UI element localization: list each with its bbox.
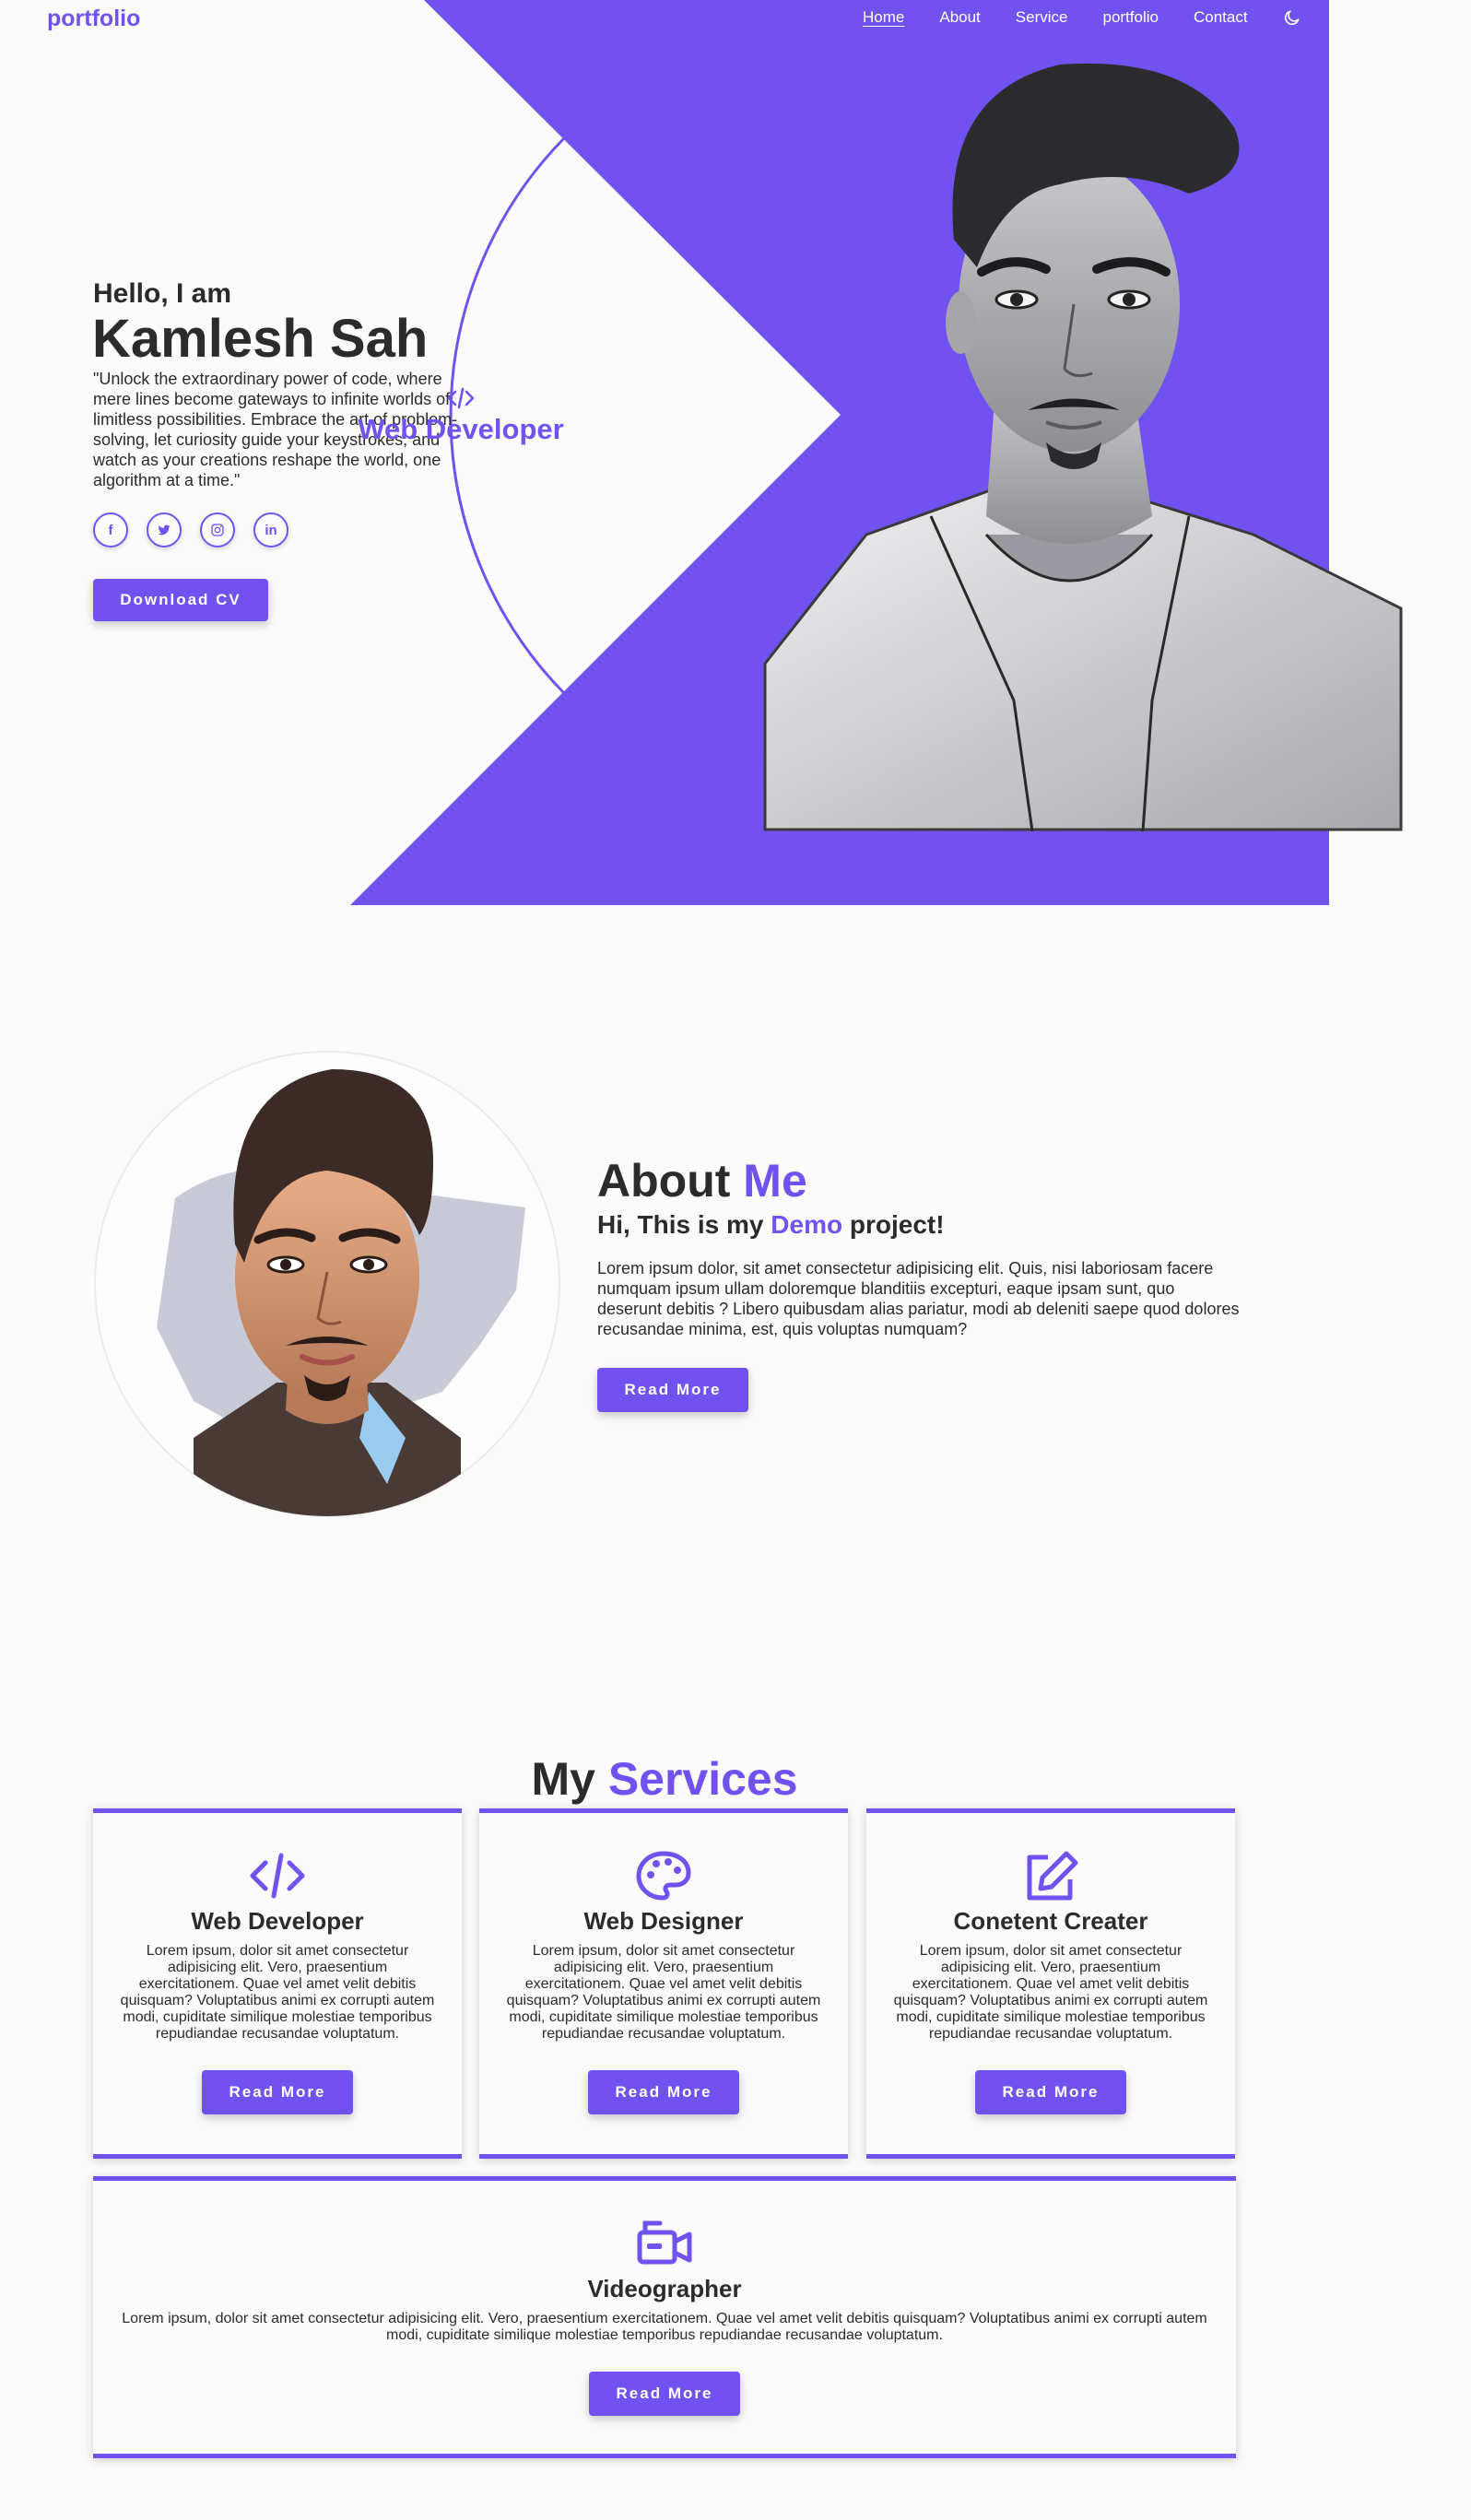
palette-icon [636,1851,691,1901]
role-title: Web Developer [358,413,564,445]
hero-name: Kamlesh Sah [92,309,429,369]
nav-about[interactable]: About [939,8,980,27]
social-links: f in [93,512,307,548]
edit-icon [1027,1851,1078,1901]
instagram-icon[interactable] [200,512,235,548]
card-text: Lorem ipsum, dolor sit amet consectetur … [120,1943,435,2042]
service-card-web-designer: Web Designer Lorem ipsum, dolor sit amet… [479,1808,848,2159]
service-card-videographer: Videographer Lorem ipsum, dolor sit amet… [93,2176,1236,2458]
card-read-more-button[interactable]: Read More [975,2070,1126,2114]
nav-portfolio[interactable]: portfolio [1102,8,1158,27]
card-read-more-button[interactable]: Read More [588,2070,739,2114]
logo[interactable]: portfolio [47,6,140,32]
service-card-web-developer: Web Developer Lorem ipsum, dolor sit ame… [93,1808,462,2159]
card-read-more-button[interactable]: Read More [202,2070,353,2114]
card-title: Web Designer [583,1907,744,1935]
card-text: Lorem ipsum, dolor sit amet consectetur … [122,2311,1207,2343]
about-title: About Me [597,1155,807,1207]
service-card-content-creator: Conetent Creater Lorem ipsum, dolor sit … [866,1808,1235,2159]
video-camera-icon [637,2220,692,2265]
hero-greeting: Hello, I am [93,278,232,309]
nav-contact[interactable]: Contact [1194,8,1248,27]
card-title: Web Developer [191,1907,364,1935]
about-subtitle: Hi, This is my Demo project! [597,1210,945,1239]
card-title: Conetent Creater [953,1907,1148,1935]
linkedin-icon[interactable]: in [253,512,288,548]
card-title: Videographer [587,2275,742,2302]
code-icon [447,387,475,409]
moon-icon[interactable] [1283,8,1301,27]
about-avatar-image [94,1051,560,1517]
nav-service[interactable]: Service [1016,8,1068,27]
card-text: Lorem ipsum, dolor sit amet consectetur … [506,1943,821,2042]
card-read-more-button[interactable]: Read More [589,2372,740,2416]
card-text: Lorem ipsum, dolor sit amet consectetur … [893,1943,1208,2042]
twitter-icon[interactable] [147,512,182,548]
code-icon [250,1853,305,1899]
hero-portrait-image [763,63,1403,831]
about-read-more-button[interactable]: Read More [597,1368,748,1412]
about-text: Lorem ipsum dolor, sit amet consectetur … [597,1259,1240,1338]
nav-home[interactable]: Home [863,8,904,27]
download-cv-button[interactable]: Download CV [93,579,268,621]
services-title: My Services [531,1753,798,1805]
facebook-icon[interactable]: f [93,512,128,548]
main-nav: Home About Service portfolio Contact [863,8,1301,27]
hero-role: Web Developer [350,385,571,446]
